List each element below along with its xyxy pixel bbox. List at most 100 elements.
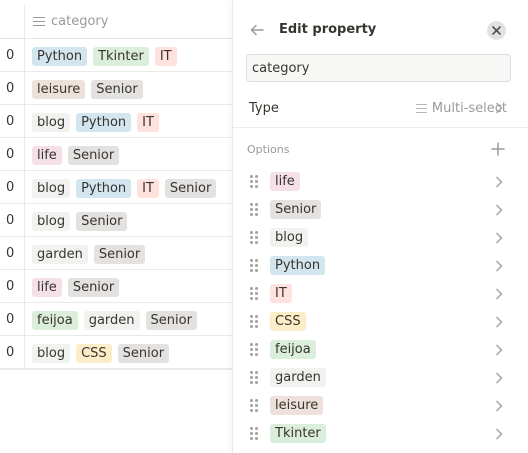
option-tag: blog bbox=[270, 228, 309, 247]
option-item-life[interactable]: life bbox=[233, 168, 528, 196]
option-item-css[interactable]: CSS bbox=[233, 308, 528, 336]
category-tag: leisure bbox=[32, 80, 86, 99]
category-cell[interactable]: feijoa garden Senior bbox=[32, 311, 197, 330]
row-number-cell: 0 bbox=[6, 246, 15, 261]
category-tag: life bbox=[32, 146, 62, 165]
category-tag: Python bbox=[76, 113, 132, 132]
category-tag: Senior bbox=[164, 179, 217, 198]
category-tag: blog bbox=[32, 179, 71, 198]
category-cell[interactable]: Python Tkinter IT bbox=[32, 47, 177, 66]
chevron-right-icon[interactable] bbox=[495, 260, 503, 272]
option-item-python[interactable]: Python bbox=[233, 252, 528, 280]
chevron-right-icon[interactable] bbox=[495, 400, 503, 412]
option-tag: life bbox=[270, 172, 300, 191]
drag-handle-icon[interactable] bbox=[250, 371, 259, 385]
category-cell[interactable]: blog Python IT bbox=[32, 113, 159, 132]
category-tag: garden bbox=[32, 245, 88, 264]
category-cell[interactable]: garden Senior bbox=[32, 245, 146, 264]
table-row[interactable]: 0 blog Python IT bbox=[0, 105, 232, 138]
panel-divider bbox=[233, 127, 528, 128]
close-icon bbox=[492, 26, 501, 35]
category-cell[interactable]: leisure Senior bbox=[32, 80, 143, 99]
option-item-senior[interactable]: Senior bbox=[233, 196, 528, 224]
type-row[interactable]: Type Multi-select bbox=[233, 94, 528, 124]
options-list: life Senior blog Python IT CSS feijoa ga… bbox=[233, 168, 528, 448]
row-number-cell: 0 bbox=[6, 180, 15, 195]
row-number-cell: 0 bbox=[6, 345, 15, 360]
option-tag: Python bbox=[270, 256, 326, 275]
option-tag: leisure bbox=[270, 396, 324, 415]
column-header-label: category bbox=[51, 14, 109, 29]
category-cell[interactable]: blog Senior bbox=[32, 212, 128, 231]
list-icon bbox=[415, 103, 427, 114]
panel-title: Edit property bbox=[279, 22, 377, 37]
option-item-blog[interactable]: blog bbox=[233, 224, 528, 252]
option-tag: IT bbox=[270, 284, 292, 303]
chevron-right-icon[interactable] bbox=[495, 232, 503, 244]
table-row[interactable]: 0 blog Senior bbox=[0, 204, 232, 237]
option-item-leisure[interactable]: leisure bbox=[233, 392, 528, 420]
category-tag: life bbox=[32, 278, 62, 297]
chevron-right-icon[interactable] bbox=[495, 288, 503, 300]
chevron-right-icon[interactable] bbox=[495, 372, 503, 384]
table-row[interactable]: 0 feijoa garden Senior bbox=[0, 303, 232, 336]
drag-handle-icon[interactable] bbox=[250, 175, 259, 189]
type-label: Type bbox=[249, 101, 279, 116]
category-tag: IT bbox=[137, 113, 159, 132]
column-header-category[interactable]: category bbox=[33, 14, 108, 29]
property-name-input[interactable] bbox=[246, 54, 511, 82]
chevron-right-icon[interactable] bbox=[495, 428, 503, 440]
option-tag: feijoa bbox=[270, 340, 316, 359]
drag-handle-icon[interactable] bbox=[250, 287, 259, 301]
category-tag: Python bbox=[32, 47, 88, 66]
chevron-right-icon[interactable] bbox=[495, 316, 503, 328]
row-number-cell: 0 bbox=[6, 147, 15, 162]
category-tag: CSS bbox=[76, 344, 112, 363]
close-button[interactable] bbox=[487, 21, 506, 40]
list-icon bbox=[33, 16, 45, 27]
category-tag: Senior bbox=[93, 245, 146, 264]
drag-handle-icon[interactable] bbox=[250, 259, 259, 273]
drag-handle-icon[interactable] bbox=[250, 343, 259, 357]
table-bottom-border bbox=[0, 369, 232, 370]
option-tag: Tkinter bbox=[270, 424, 326, 443]
chevron-right-icon[interactable] bbox=[495, 176, 503, 188]
drag-handle-icon[interactable] bbox=[250, 399, 259, 413]
row-number-cell: 0 bbox=[6, 213, 15, 228]
chevron-right-icon[interactable] bbox=[495, 204, 503, 216]
chevron-right-icon bbox=[495, 102, 503, 114]
category-cell[interactable]: life Senior bbox=[32, 278, 120, 297]
row-number-cell: 0 bbox=[6, 48, 15, 63]
table-row[interactable]: 0 life Senior bbox=[0, 270, 232, 303]
table-row[interactable]: 0 blog CSS Senior bbox=[0, 336, 232, 369]
drag-handle-icon[interactable] bbox=[250, 427, 259, 441]
drag-handle-icon[interactable] bbox=[250, 231, 259, 245]
category-tag: IT bbox=[137, 179, 159, 198]
table-row[interactable]: 0 leisure Senior bbox=[0, 72, 232, 105]
option-item-it[interactable]: IT bbox=[233, 280, 528, 308]
category-cell[interactable]: blog CSS Senior bbox=[32, 344, 170, 363]
category-tag: IT bbox=[154, 47, 177, 66]
drag-handle-icon[interactable] bbox=[250, 203, 259, 217]
category-tag: garden bbox=[83, 311, 140, 330]
category-tag: Senior bbox=[117, 344, 170, 363]
option-item-tkinter[interactable]: Tkinter bbox=[233, 420, 528, 448]
category-cell[interactable]: life Senior bbox=[32, 146, 120, 165]
option-item-feijoa[interactable]: feijoa bbox=[233, 336, 528, 364]
category-tag: Senior bbox=[67, 146, 120, 165]
category-tag: Senior bbox=[145, 311, 197, 330]
category-tag: blog bbox=[32, 113, 71, 132]
row-number-cell: 0 bbox=[6, 114, 15, 129]
drag-handle-icon[interactable] bbox=[250, 315, 259, 329]
table-row[interactable]: 0 blog Python IT Senior bbox=[0, 171, 232, 204]
option-item-garden[interactable]: garden bbox=[233, 364, 528, 392]
chevron-right-icon[interactable] bbox=[495, 344, 503, 356]
table-row[interactable]: 0 Python Tkinter IT bbox=[0, 39, 232, 72]
table-row[interactable]: 0 life Senior bbox=[0, 138, 232, 171]
arrow-left-icon[interactable] bbox=[249, 22, 265, 38]
plus-icon[interactable] bbox=[491, 142, 505, 156]
table-row[interactable]: 0 garden Senior bbox=[0, 237, 232, 270]
table-header: category bbox=[0, 5, 232, 39]
category-cell[interactable]: blog Python IT Senior bbox=[32, 179, 217, 198]
option-tag: Senior bbox=[270, 200, 322, 219]
